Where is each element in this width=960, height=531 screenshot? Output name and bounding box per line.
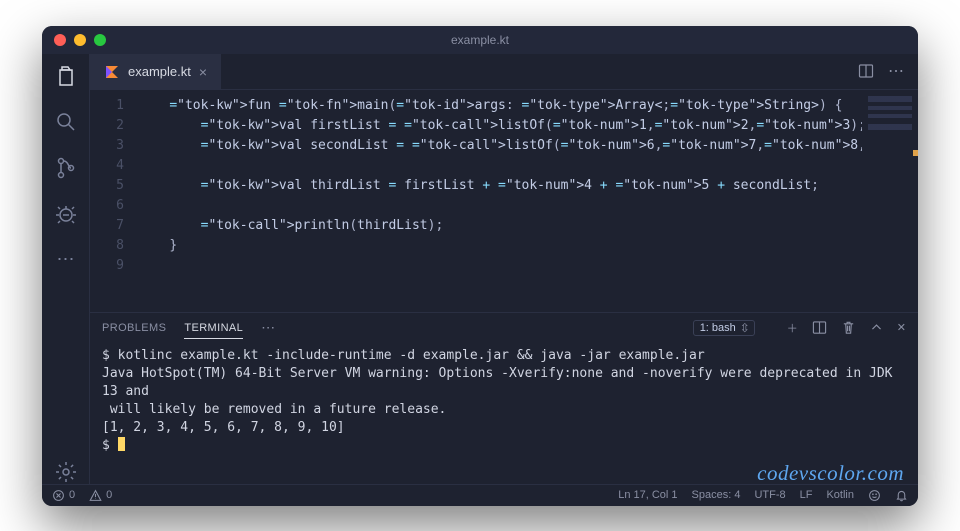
status-bell-icon[interactable] [895,489,908,502]
split-terminal-icon[interactable] [812,320,827,335]
status-language[interactable]: Kotlin [826,489,854,501]
editor-actions: ⋯ [858,54,918,89]
watermark: codevscolor.com [757,464,904,482]
terminal-cursor [118,437,125,451]
settings-gear-icon[interactable] [54,460,78,484]
tab-bar: example.kt × ⋯ [90,54,918,90]
status-warnings[interactable]: 0 [89,489,112,502]
status-bar: 0 0 Ln 17, Col 1 Spaces: 4 UTF-8 LF Kotl… [42,484,918,506]
kill-terminal-icon[interactable] [841,320,856,335]
status-indent[interactable]: Spaces: 4 [692,489,741,501]
tab-label: example.kt [128,64,191,79]
maximize-panel-icon[interactable] [870,321,883,334]
status-encoding[interactable]: UTF-8 [754,489,785,501]
minimap[interactable] [862,90,918,312]
split-editor-icon[interactable] [858,63,874,79]
close-panel-icon[interactable]: ✕ [897,321,906,334]
panel-tab-terminal[interactable]: TERMINAL [184,322,243,339]
editor[interactable]: 123456789 ="tok-kw">fun ="tok-fn">main(=… [90,90,918,312]
search-icon[interactable] [54,110,78,134]
more-actions-icon[interactable]: ⋯ [888,61,904,81]
panel-tabs: PROBLEMS TERMINAL ⋯ 1: bash ＋ [90,313,918,343]
status-eol[interactable]: LF [800,489,813,501]
titlebar: example.kt [42,26,918,54]
code-area[interactable]: ="tok-kw">fun ="tok-fn">main(="tok-id">a… [138,90,862,312]
terminal-output[interactable]: $ kotlinc example.kt -include-runtime -d… [90,343,918,484]
activity-bar: ⋯ [42,54,90,484]
line-gutter: 123456789 [90,90,138,312]
debug-icon[interactable] [54,202,78,226]
status-errors[interactable]: 0 [52,489,75,502]
zoom-window-button[interactable] [94,34,106,46]
status-cursor-pos[interactable]: Ln 17, Col 1 [618,489,677,501]
tab-example-kt[interactable]: example.kt × [90,54,221,89]
vscode-window: example.kt ⋯ [42,26,918,506]
tab-close-icon[interactable]: × [199,64,207,80]
panel-tab-problems[interactable]: PROBLEMS [102,322,166,334]
traffic-lights [54,34,106,46]
source-control-icon[interactable] [54,156,78,180]
more-icon[interactable]: ⋯ [54,248,78,272]
editor-group: example.kt × ⋯ 123456789 ="tok-kw">fun =… [90,54,918,484]
status-feedback-icon[interactable] [868,489,881,502]
kotlin-file-icon [104,64,120,80]
minimize-window-button[interactable] [74,34,86,46]
terminal-selector[interactable]: 1: bash [693,320,755,336]
new-terminal-icon[interactable]: ＋ [787,320,798,336]
panel-more-icon[interactable]: ⋯ [261,319,275,336]
window-title: example.kt [42,33,918,47]
bottom-panel: PROBLEMS TERMINAL ⋯ 1: bash ＋ [90,312,918,484]
workbench-body: ⋯ example.kt × [42,54,918,484]
close-window-button[interactable] [54,34,66,46]
explorer-icon[interactable] [54,64,78,88]
